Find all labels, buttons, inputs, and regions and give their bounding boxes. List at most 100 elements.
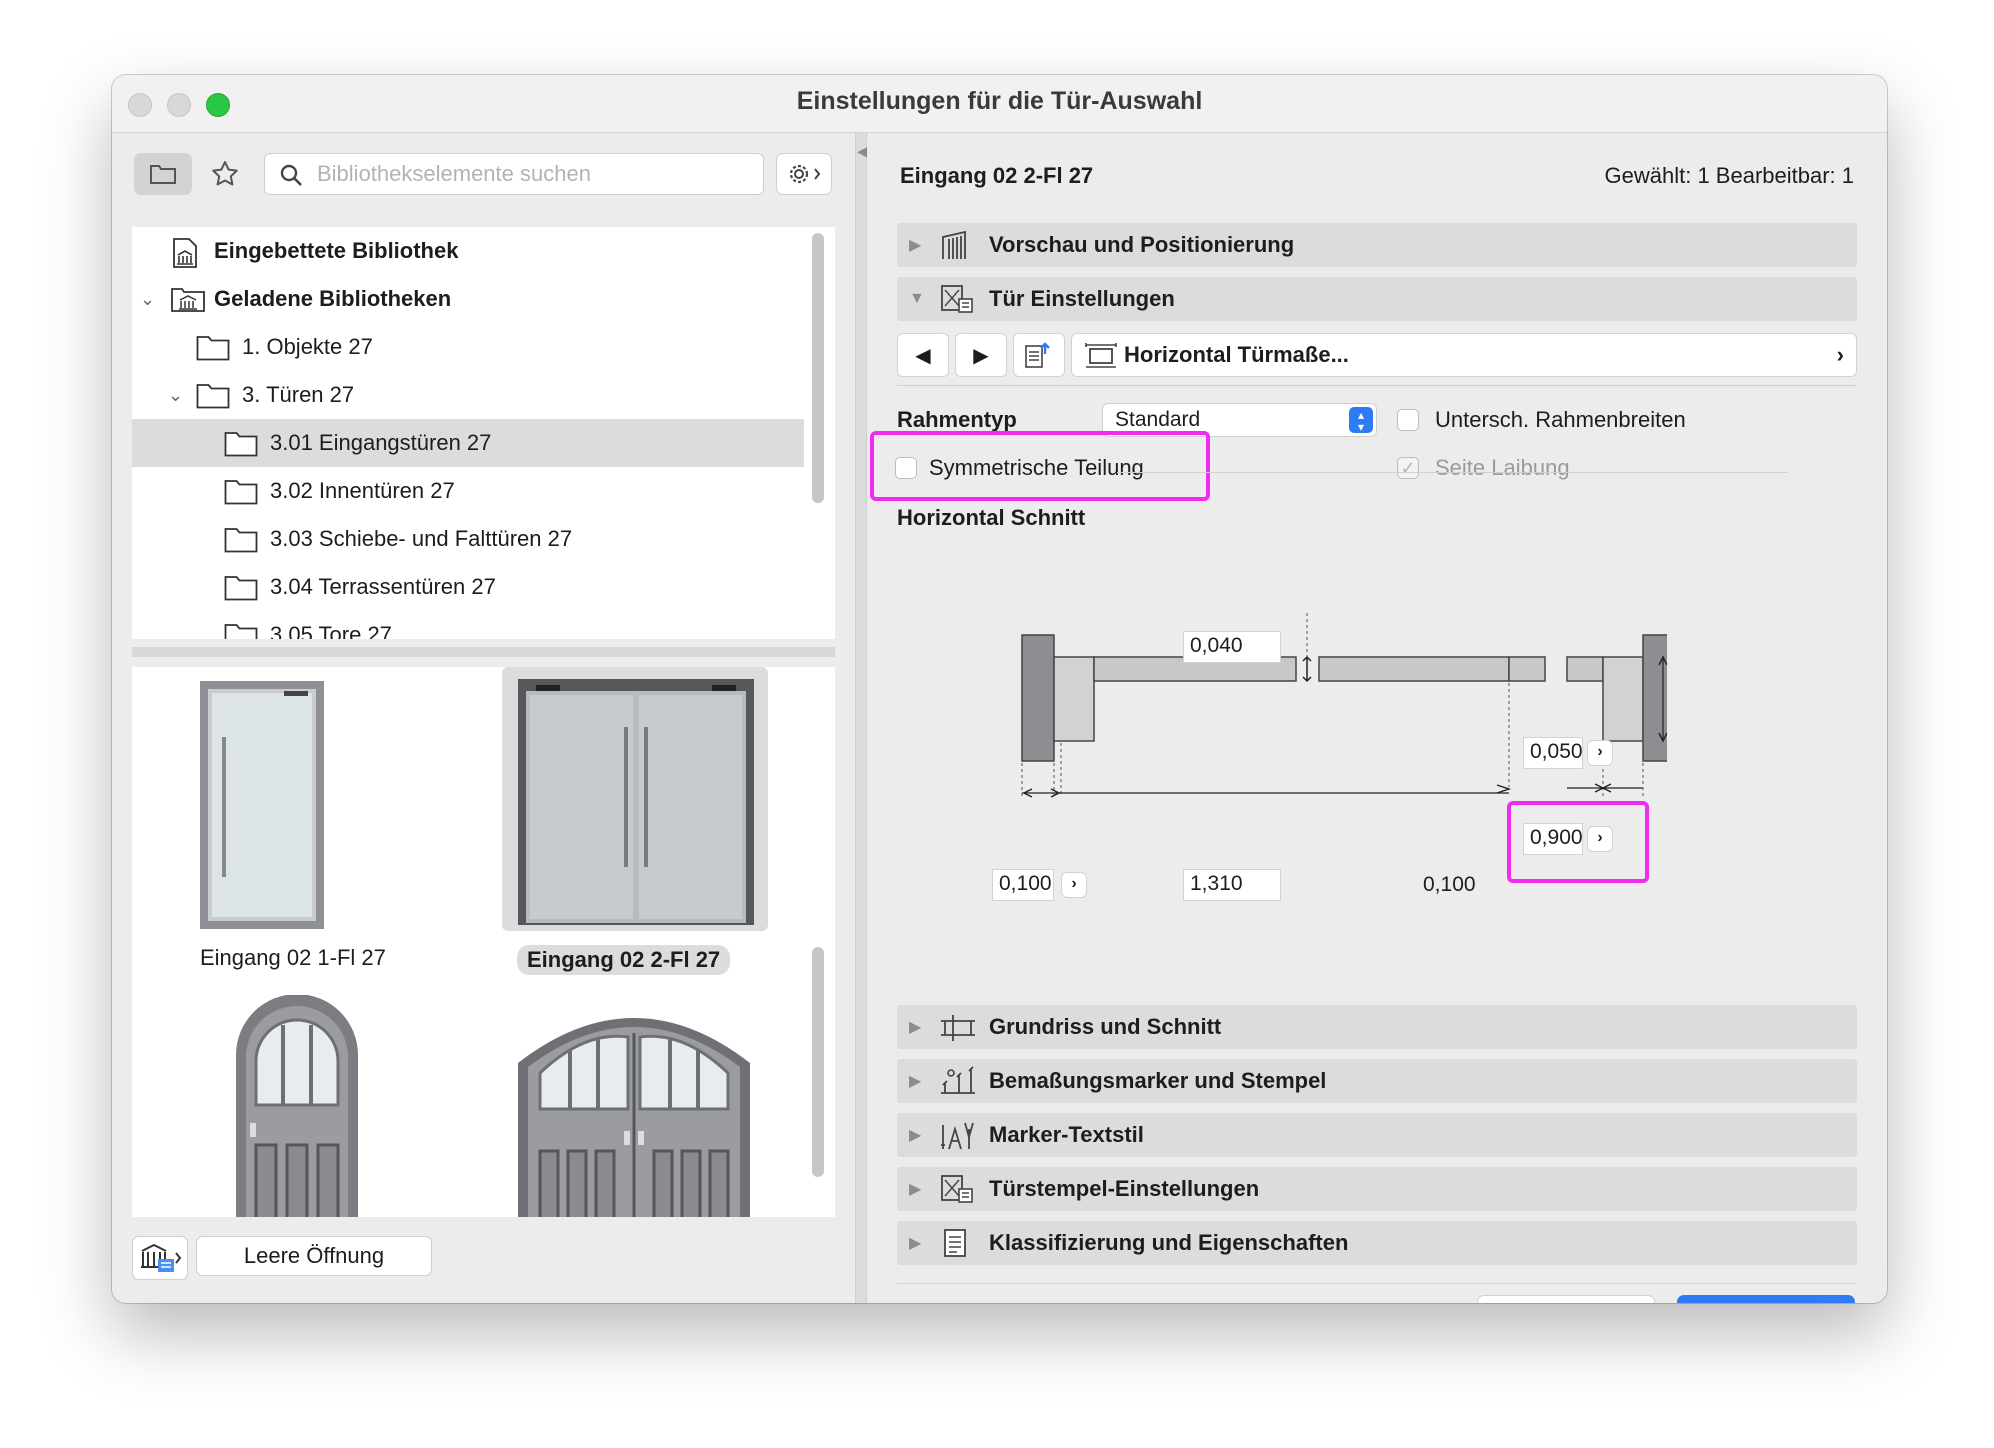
triangle-left-icon: ◀ xyxy=(915,344,931,367)
disclosure-right-icon: ▶ xyxy=(909,1073,922,1090)
dim-right-upper-input[interactable]: 0,050 xyxy=(1523,737,1583,769)
reveal-side-label: Seite Laibung xyxy=(1435,455,1570,480)
search-input[interactable] xyxy=(317,160,747,188)
window-title: Einstellungen für die Tür-Auswahl xyxy=(796,87,1203,115)
tree-item-label: 3.02 Innentüren 27 xyxy=(270,478,455,503)
dim-bottom-mid-input[interactable]: 1,310 xyxy=(1183,869,1281,901)
chevron-down-icon[interactable]: ⌄ xyxy=(168,385,183,406)
section-label: Bemaßungsmarker und Stempel xyxy=(989,1068,1327,1093)
settings-panel: Eingang 02 2-Fl 27 Gewählt: 1 Bearbeitba… xyxy=(867,133,1887,1303)
chevron-right-icon[interactable]: › xyxy=(1061,872,1087,898)
folder-icon xyxy=(224,528,258,553)
section-preview[interactable]: ▶ Vorschau und Positionierung xyxy=(897,223,1857,267)
chevron-right-icon[interactable]: › xyxy=(1587,826,1613,852)
text-style-icon xyxy=(941,1122,974,1150)
page-list-icon xyxy=(1025,342,1050,368)
tree-item-doors[interactable]: ⌄ 3. Türen 27 xyxy=(132,371,804,419)
tree-item-entrance-doors[interactable]: 3.01 Eingangstüren 27 xyxy=(132,419,804,467)
ok-button[interactable]: OK xyxy=(1677,1295,1855,1303)
section-door-stamp[interactable]: ▶ Türstempel-Einstellungen xyxy=(897,1167,1857,1211)
reveal-side-checkbox: ✓ xyxy=(1397,457,1419,479)
library-panel: Eingebettete Bibliothek ⌄ Geladene Bibli… xyxy=(112,133,855,1303)
door-item-1-fl[interactable] xyxy=(192,677,332,942)
frame-type-label: Rahmentyp xyxy=(897,407,1017,432)
section-marker-text[interactable]: ▶ Marker-Textstil xyxy=(897,1113,1857,1157)
page-selector-label: Horizontal Türmaße... xyxy=(1124,342,1349,367)
disclosure-down-icon: ▼ xyxy=(909,290,925,307)
tree-item-terrace-doors[interactable]: 3.04 Terrassentüren 27 xyxy=(132,563,804,611)
section-floorplan[interactable]: ▶ Grundriss und Schnitt xyxy=(897,1005,1857,1049)
chevron-down-icon[interactable]: ⌄ xyxy=(140,289,155,310)
door-thumbnail xyxy=(518,679,754,925)
page-selector-dropdown[interactable]: Horizontal Türmaße... › xyxy=(1071,333,1857,377)
horizontal-section-label: Horizontal Schnitt xyxy=(897,505,1086,530)
door-item-label: Eingang 02 2-Fl 27 xyxy=(517,945,731,975)
horizontal-section-diagram xyxy=(1021,613,1667,798)
section-label: Klassifizierung und Eigenschaften xyxy=(989,1230,1349,1255)
favorites-button[interactable] xyxy=(200,153,250,195)
library-manager-icon xyxy=(141,1243,182,1272)
library-manager-button[interactable] xyxy=(132,1236,188,1280)
disclosure-right-icon: ▶ xyxy=(909,1019,922,1036)
library-icon xyxy=(171,288,205,312)
gear-icon xyxy=(789,164,821,184)
section-classification[interactable]: ▶ Klassifizierung und Eigenschaften xyxy=(897,1221,1857,1265)
tree-item-gates[interactable]: 3.05 Tore 27 xyxy=(132,611,804,639)
folder-icon xyxy=(150,165,176,184)
document-list-icon xyxy=(944,1229,966,1257)
triangle-right-icon: ▶ xyxy=(973,344,989,367)
door-item-arched-2[interactable] xyxy=(514,993,754,1217)
tree-item-label: 3.01 Eingangstüren 27 xyxy=(270,430,492,455)
door-thumbnail xyxy=(236,994,358,1217)
symmetric-division-checkbox[interactable] xyxy=(895,457,917,479)
section-dim-marker[interactable]: ▶ Bemaßungsmarker und Stempel xyxy=(897,1059,1857,1103)
pane-divider[interactable] xyxy=(132,647,835,657)
title-bar: Einstellungen für die Tür-Auswahl xyxy=(112,75,1887,133)
pane-splitter[interactable]: ◀ xyxy=(855,133,868,1303)
dim-right-lower-input[interactable]: 0,900 xyxy=(1523,823,1583,855)
chevron-right-icon[interactable]: › xyxy=(1587,740,1613,766)
disclosure-right-icon: ▶ xyxy=(909,1127,922,1144)
folder-icon xyxy=(196,336,230,361)
tree-item-label: 1. Objekte 27 xyxy=(242,334,373,359)
page-navigator: ◀ ▶ Horizontal Türmaße... › xyxy=(897,333,1857,379)
door-item-2-fl[interactable] xyxy=(502,667,768,931)
tree-item-label: 3. Türen 27 xyxy=(242,382,355,407)
door-thumbnail xyxy=(200,681,324,929)
cancel-button[interactable]: Abbrechen xyxy=(1477,1295,1655,1303)
tree-scrollbar[interactable] xyxy=(812,233,824,503)
search-icon xyxy=(280,164,302,186)
star-icon xyxy=(212,161,238,186)
prev-page-button[interactable]: ◀ xyxy=(897,333,949,377)
library-options-button[interactable] xyxy=(776,153,832,195)
door-stamp-icon xyxy=(941,1175,973,1203)
library-tree: Eingebettete Bibliothek ⌄ Geladene Bibli… xyxy=(132,227,835,639)
tree-item-objects[interactable]: 1. Objekte 27 xyxy=(132,323,804,371)
next-page-button[interactable]: ▶ xyxy=(955,333,1007,377)
frame-type-value: Standard xyxy=(1115,408,1201,431)
dim-top-input[interactable]: 0,040 xyxy=(1183,631,1281,663)
tree-item-interior-doors[interactable]: 3.02 Innentüren 27 xyxy=(132,467,804,515)
disclosure-right-icon: ▶ xyxy=(909,1181,922,1198)
disclosure-right-icon: ▶ xyxy=(909,237,922,254)
dimension-marker-icon xyxy=(941,1066,975,1094)
empty-opening-button[interactable]: Leere Öffnung xyxy=(196,1236,432,1276)
folder-icon xyxy=(224,576,258,601)
grid-scrollbar[interactable] xyxy=(812,947,824,1177)
tree-item-embedded-library[interactable]: Eingebettete Bibliothek xyxy=(132,227,804,275)
folder-view-button[interactable] xyxy=(134,153,192,195)
dim-bottom-left-input[interactable]: 0,100 xyxy=(992,869,1054,901)
section-label: Tür Einstellungen xyxy=(989,286,1175,311)
folder-icon xyxy=(224,480,258,505)
section-door-settings[interactable]: ▼ Tür Einstellungen xyxy=(897,277,1857,321)
chevron-right-icon: › xyxy=(1836,342,1844,367)
tree-item-sliding-doors[interactable]: 3.03 Schiebe- und Falttüren 27 xyxy=(132,515,804,563)
folder-icon xyxy=(196,384,230,409)
door-item-arched-1[interactable] xyxy=(232,994,362,1217)
door-item-label: Eingang 02 1-Fl 27 xyxy=(200,945,386,970)
page-list-button[interactable] xyxy=(1013,333,1065,377)
diff-frame-widths-checkbox[interactable] xyxy=(1397,409,1419,431)
section-label: Grundriss und Schnitt xyxy=(989,1014,1222,1039)
library-search[interactable] xyxy=(264,153,764,195)
tree-item-loaded-libraries[interactable]: ⌄ Geladene Bibliotheken xyxy=(132,275,804,323)
